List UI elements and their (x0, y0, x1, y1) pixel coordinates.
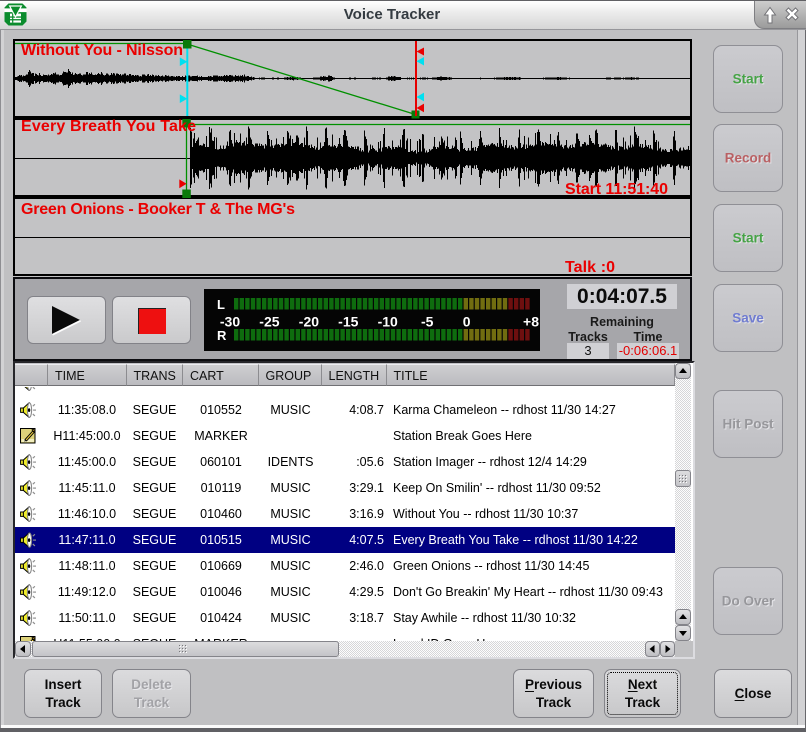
svg-text:Talk :0: Talk :0 (565, 259, 615, 276)
svg-text:R: R (217, 328, 227, 343)
svg-text:+8: +8 (523, 314, 539, 330)
svg-text:-10: -10 (378, 314, 398, 330)
svg-text:-15: -15 (338, 314, 358, 330)
svg-text:-5: -5 (421, 314, 434, 330)
svg-text:Green Onions - Booker T & The: Green Onions - Booker T & The MG's (21, 201, 295, 218)
svg-text:Without You - Nilsson: Without You - Nilsson (21, 42, 183, 59)
svg-text:-20: -20 (299, 314, 319, 330)
svg-text:Start 11:51:40: Start 11:51:40 (565, 181, 668, 198)
svg-text:0: 0 (463, 314, 471, 330)
svg-text:-30: -30 (220, 314, 240, 330)
svg-text:-25: -25 (259, 314, 279, 330)
svg-text:L: L (217, 297, 225, 312)
svg-text:Every Breath You Take: Every Breath You Take (21, 118, 196, 135)
